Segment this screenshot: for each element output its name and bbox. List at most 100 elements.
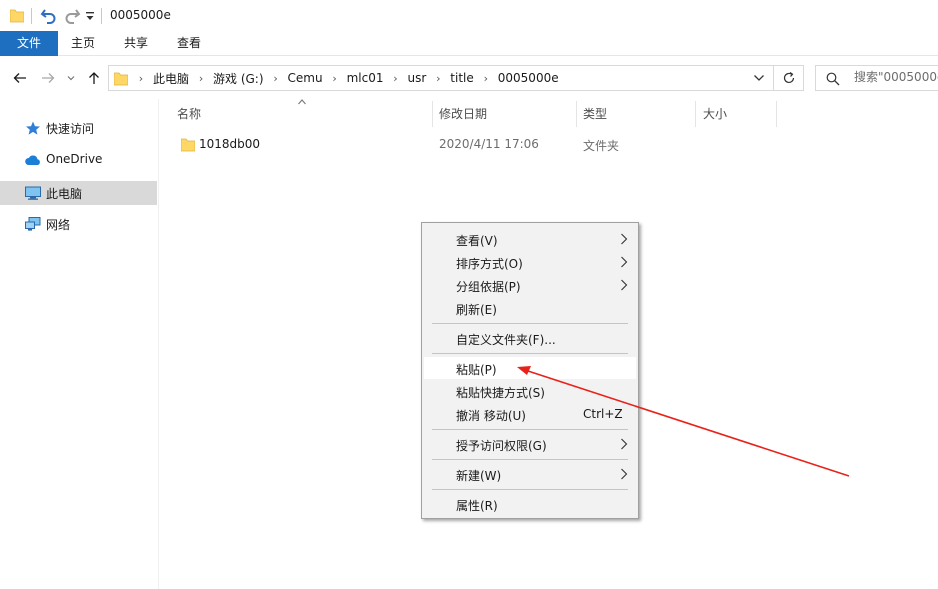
chevron-right-icon[interactable]: › [479, 72, 493, 85]
menu-item-give-access[interactable]: 授予访问权限(G) [424, 433, 636, 455]
folder-icon [181, 138, 195, 152]
menu-item-paste[interactable]: 粘贴(P) [424, 357, 636, 379]
breadcrumb-item[interactable]: 游戏 (G:) [211, 70, 266, 87]
chevron-right-icon[interactable]: › [389, 72, 403, 85]
tab-home[interactable]: 主页 [58, 31, 108, 56]
breadcrumb-item[interactable]: mlc01 [345, 71, 386, 85]
cloud-icon [25, 155, 40, 165]
tab-share[interactable]: 共享 [111, 31, 161, 56]
address-bar[interactable]: › 此电脑 › 游戏 (G:) › Cemu › mlc01 › usr › t… [108, 65, 774, 91]
menu-item-label: 查看(V) [456, 234, 498, 248]
star-icon [26, 121, 40, 135]
menu-item-label: 撤消 移动(U) [456, 409, 526, 423]
menu-separator [432, 429, 628, 430]
menu-item-label: 新建(W) [456, 469, 502, 483]
chevron-right-icon [621, 279, 628, 291]
sidebar-item-label: 网络 [46, 218, 71, 232]
menu-item-label: 粘贴(P) [456, 363, 497, 377]
recent-locations-icon[interactable] [66, 70, 76, 86]
file-row[interactable]: 1018db00 2020/4/11 17:06 文件夹 [171, 132, 771, 156]
back-icon[interactable] [12, 70, 28, 86]
search-icon [826, 72, 840, 86]
chevron-right-icon [621, 468, 628, 480]
column-divider[interactable] [432, 101, 433, 127]
column-header-name[interactable]: 名称 [177, 99, 201, 129]
chevron-right-icon[interactable]: › [194, 72, 208, 85]
search-input[interactable] [854, 70, 938, 84]
chevron-right-icon[interactable]: › [134, 72, 148, 85]
chevron-right-icon[interactable]: › [328, 72, 342, 85]
chevron-right-icon[interactable]: › [269, 72, 283, 85]
menu-item-shortcut: Ctrl+Z [583, 407, 623, 421]
window-title: 0005000e [110, 8, 171, 22]
breadcrumb-item[interactable]: usr [406, 71, 429, 85]
column-divider[interactable] [576, 101, 577, 127]
network-icon [25, 217, 41, 231]
tab-view[interactable]: 查看 [163, 31, 215, 56]
chevron-right-icon [621, 233, 628, 245]
menu-item-label: 刷新(E) [456, 303, 497, 317]
menu-item-customize-folder[interactable]: 自定义文件夹(F)... [424, 327, 636, 349]
menu-item-label: 排序方式(O) [456, 257, 523, 271]
sidebar-item-onedrive[interactable]: OneDrive [0, 148, 157, 172]
customize-quick-access-icon[interactable] [85, 10, 95, 22]
menu-item-label: 授予访问权限(G) [456, 439, 547, 453]
refresh-icon [783, 72, 795, 84]
title-bar: 0005000e [0, 0, 938, 32]
menu-item-label: 粘贴快捷方式(S) [456, 386, 545, 400]
search-box[interactable] [815, 65, 938, 91]
menu-item-view[interactable]: 查看(V) [424, 228, 636, 250]
sidebar-item-label: OneDrive [46, 152, 103, 166]
column-header-size[interactable]: 大小 [703, 99, 727, 129]
tab-file[interactable]: 文件 [0, 31, 58, 56]
menu-separator [432, 489, 628, 490]
column-header-type[interactable]: 类型 [583, 99, 607, 129]
breadcrumb-item[interactable]: 0005000e [496, 71, 561, 85]
menu-separator [432, 353, 628, 354]
folder-icon[interactable] [10, 7, 24, 23]
computer-icon [25, 186, 41, 200]
sidebar-item-this-pc[interactable]: 此电脑 [0, 181, 157, 205]
menu-item-sort-by[interactable]: 排序方式(O) [424, 251, 636, 273]
menu-item-label: 属性(R) [456, 499, 498, 513]
sidebar-item-quick-access[interactable]: 快速访问 [0, 116, 157, 140]
chevron-down-icon[interactable] [753, 74, 765, 82]
chevron-right-icon [621, 256, 628, 268]
breadcrumb: › 此电脑 › 游戏 (G:) › Cemu › mlc01 › usr › t… [131, 66, 561, 90]
redo-icon[interactable] [63, 6, 81, 24]
menu-separator [432, 323, 628, 324]
menu-item-label: 分组依据(P) [456, 280, 521, 294]
chevron-right-icon [621, 438, 628, 450]
menu-item-properties[interactable]: 属性(R) [424, 493, 636, 515]
file-name: 1018db00 [199, 137, 261, 151]
divider [31, 8, 32, 24]
up-icon[interactable] [86, 70, 102, 86]
undo-icon[interactable] [40, 6, 58, 24]
column-header-date[interactable]: 修改日期 [439, 99, 487, 129]
divider [101, 8, 102, 24]
file-type: 文件夹 [583, 139, 620, 153]
sidebar-item-label: 快速访问 [46, 122, 95, 136]
navigation-pane: 快速访问 OneDrive 此电脑 网络 [0, 99, 159, 589]
breadcrumb-item[interactable]: 此电脑 [151, 70, 191, 87]
menu-item-paste-shortcut[interactable]: 粘贴快捷方式(S) [424, 380, 636, 402]
forward-icon[interactable] [40, 70, 56, 86]
sort-ascending-icon [298, 99, 306, 105]
sidebar-item-label: 此电脑 [46, 187, 83, 201]
folder-icon [114, 72, 128, 86]
refresh-button[interactable] [774, 65, 804, 91]
breadcrumb-item[interactable]: title [448, 71, 475, 85]
column-divider[interactable] [695, 101, 696, 127]
context-menu: 查看(V) 排序方式(O) 分组依据(P) 刷新(E) 自定义文件夹(F)...… [421, 222, 639, 519]
chevron-right-icon[interactable]: › [431, 72, 445, 85]
menu-separator [432, 459, 628, 460]
sidebar-item-network[interactable]: 网络 [0, 212, 157, 236]
menu-item-group-by[interactable]: 分组依据(P) [424, 274, 636, 296]
menu-item-refresh[interactable]: 刷新(E) [424, 297, 636, 319]
menu-item-new[interactable]: 新建(W) [424, 463, 636, 485]
menu-item-undo-move[interactable]: 撤消 移动(U) Ctrl+Z [424, 403, 636, 425]
ribbon-tabs: 文件 主页 共享 查看 [0, 31, 938, 56]
column-divider[interactable] [776, 101, 777, 127]
menu-item-label: 自定义文件夹(F)... [456, 333, 556, 347]
breadcrumb-item[interactable]: Cemu [286, 71, 325, 85]
